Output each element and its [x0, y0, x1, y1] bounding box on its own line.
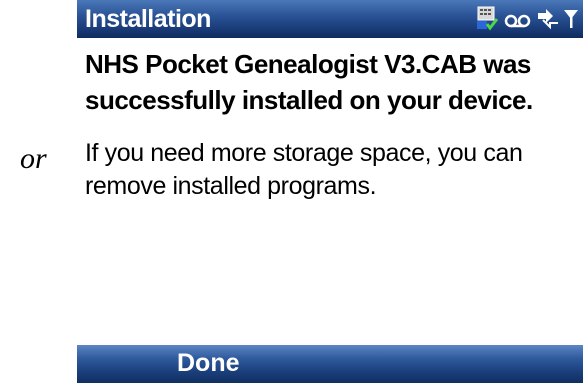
device-screen: Installation NHS Pocket Genealogist V3.C… [77, 0, 583, 383]
done-button[interactable]: Done [177, 348, 240, 378]
softkey-bar: Done [77, 345, 583, 383]
connectivity-icon[interactable] [535, 5, 561, 31]
side-note: or [20, 142, 47, 175]
phone-icon[interactable] [475, 5, 501, 31]
page: or Installation NHS Pocket Genealogist V… [0, 0, 583, 383]
window-title: Installation [85, 5, 211, 33]
status-icons [475, 3, 579, 33]
voicemail-icon[interactable] [503, 5, 533, 31]
storage-message: If you need more storage space, you can … [85, 139, 523, 200]
install-status-heading: NHS Pocket Genealogist V3.CAB was succes… [85, 49, 533, 115]
title-bar: Installation [77, 0, 583, 38]
signal-icon[interactable] [563, 5, 579, 31]
